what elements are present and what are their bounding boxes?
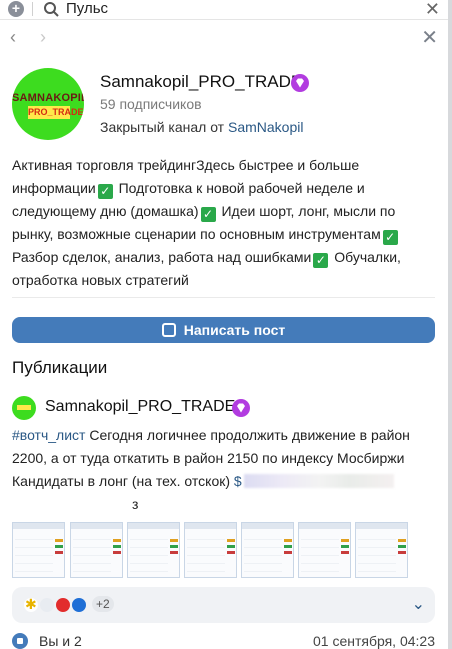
chart-thumbnail[interactable] [127, 522, 180, 578]
close-icon[interactable]: ✕ [421, 25, 438, 50]
post-tail: з [132, 496, 139, 512]
check-icon: ✓ [97, 184, 113, 199]
diamond-badge-icon [291, 74, 309, 92]
chart-thumbnail[interactable] [355, 522, 408, 578]
owner-link[interactable]: SamNakopil [228, 119, 303, 135]
write-post-label: Написать пост [183, 322, 286, 338]
chart-thumbnail[interactable] [184, 522, 237, 578]
post-thumbnails [12, 522, 412, 578]
avatar-logo-line2: PRO_TRADE [28, 106, 84, 119]
post-text: #вотч_лист Сегодня логичнее продолжить д… [12, 424, 437, 516]
scrollbar[interactable] [448, 0, 452, 649]
hashtag-link[interactable]: #вотч_лист [12, 427, 85, 443]
check-icon: ✓ [382, 230, 398, 245]
description-part: Разбор сделок, анализ, работа над ошибка… [12, 249, 312, 265]
post-footer: Вы и 2 01 сентября, 04:23 [12, 633, 435, 649]
chart-thumbnail[interactable] [241, 522, 294, 578]
search-input[interactable]: Пульс [66, 0, 108, 17]
like-icon[interactable] [12, 633, 28, 649]
close-search-icon[interactable]: ✕ [425, 0, 440, 20]
publications-title: Публикации [12, 358, 108, 377]
chevron-down-icon[interactable]: ⌄ [412, 594, 425, 614]
back-arrow-icon[interactable]: ‹ [10, 27, 16, 48]
avatar-logo [17, 405, 31, 410]
post-date[interactable]: 01 сентября, 04:23 [313, 633, 435, 649]
forward-arrow-icon[interactable]: › [40, 27, 46, 48]
likes-text[interactable]: Вы и 2 [39, 633, 82, 649]
post-author-avatar[interactable] [12, 396, 36, 420]
channel-avatar[interactable]: SAMNAKOPIL PRO_TRADE [12, 68, 84, 140]
reaction-icon[interactable] [70, 596, 88, 614]
chart-thumbnail[interactable] [298, 522, 351, 578]
check-icon: ✓ [313, 253, 329, 268]
channel-type-label: Закрытый канал от [100, 119, 228, 135]
ticker-link[interactable]: $ [234, 473, 242, 489]
channel-name[interactable]: Samnakopil_PRO_TRADE [100, 72, 302, 92]
divider [32, 2, 33, 16]
reactions-more-count[interactable]: +2 [92, 596, 114, 612]
navigation-bar: ‹ › ✕ [0, 26, 452, 52]
avatar-logo-line1: SAMNAKOPIL [12, 92, 84, 104]
diamond-badge-icon [232, 399, 250, 417]
post-author-name[interactable]: Samnakopil_PRO_TRADE [45, 398, 235, 416]
plus-icon[interactable]: + [8, 1, 24, 17]
chart-thumbnail[interactable] [12, 522, 65, 578]
top-search-bar: + Пульс ✕ [0, 0, 452, 20]
channel-description: Активная торговля трейдингЗдесь быстрее … [12, 154, 432, 292]
check-icon: ✓ [200, 207, 216, 222]
reactions-bar[interactable]: ✱ +2 ⌄ [12, 587, 435, 623]
channel-type: Закрытый канал от SamNakopil [100, 119, 303, 135]
pen-icon [161, 323, 176, 337]
subscribers-count[interactable]: 59 подписчиков [100, 96, 202, 112]
write-post-button[interactable]: Написать пост [12, 317, 435, 343]
search-icon[interactable] [43, 1, 59, 17]
chart-thumbnail[interactable] [70, 522, 123, 578]
blurred-tickers [243, 474, 394, 488]
divider [12, 297, 435, 298]
